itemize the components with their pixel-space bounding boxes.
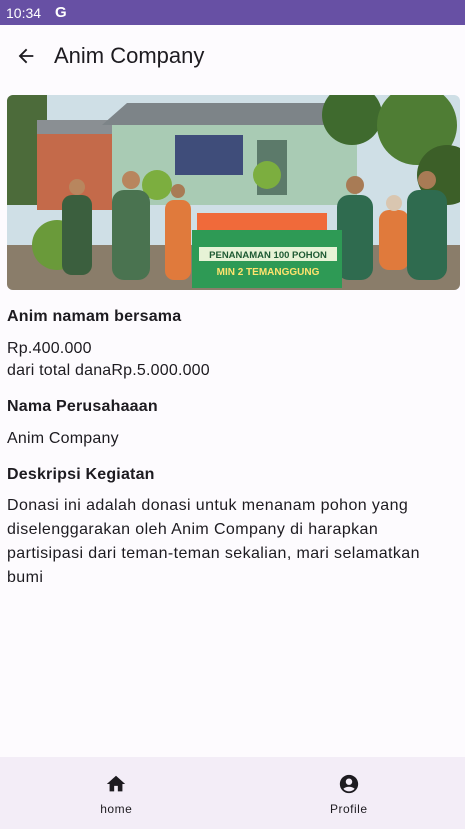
nav-home[interactable]: home xyxy=(0,757,233,829)
banner-line1: PENANAMAN 100 POHON xyxy=(209,250,327,261)
google-indicator-icon: G xyxy=(55,4,67,21)
account-circle-icon xyxy=(339,774,358,794)
nav-home-label: home xyxy=(100,802,133,816)
company-heading: Nama Perusahaaan xyxy=(7,398,158,415)
top-app-bar: Anim Company xyxy=(0,25,465,87)
description-text: Donasi ini adalah donasi untuk menanam p… xyxy=(7,497,420,586)
status-bar: 10:34 G xyxy=(0,0,465,25)
bottom-navigation: home Profile xyxy=(0,757,465,829)
home-icon xyxy=(107,775,126,792)
donation-heading: Anim namam bersama xyxy=(7,308,182,325)
photo-icon: PENANAMAN 100 POHON MIN 2 TEMANGGUNG xyxy=(7,95,460,290)
banner-line2: MIN 2 TEMANGGUNG xyxy=(217,267,320,278)
arrow-back-icon xyxy=(18,48,34,64)
back-button[interactable] xyxy=(6,36,46,76)
company-name: Anim Company xyxy=(7,430,119,447)
activity-photo: PENANAMAN 100 POHON MIN 2 TEMANGGUNG xyxy=(7,95,460,290)
page-title: Anim Company xyxy=(54,43,205,68)
nav-profile-label: Profile xyxy=(329,802,368,816)
donation-total: dari total danaRp.5.000.000 xyxy=(7,362,210,379)
nav-profile[interactable]: Profile xyxy=(233,757,465,829)
donation-amount: Rp.400.000 xyxy=(7,340,92,357)
description-heading: Deskripsi Kegiatan xyxy=(7,466,155,483)
status-time: 10:34 xyxy=(6,4,42,21)
detail-content: Anim namam bersama Rp.400.000 dari total… xyxy=(7,308,457,590)
